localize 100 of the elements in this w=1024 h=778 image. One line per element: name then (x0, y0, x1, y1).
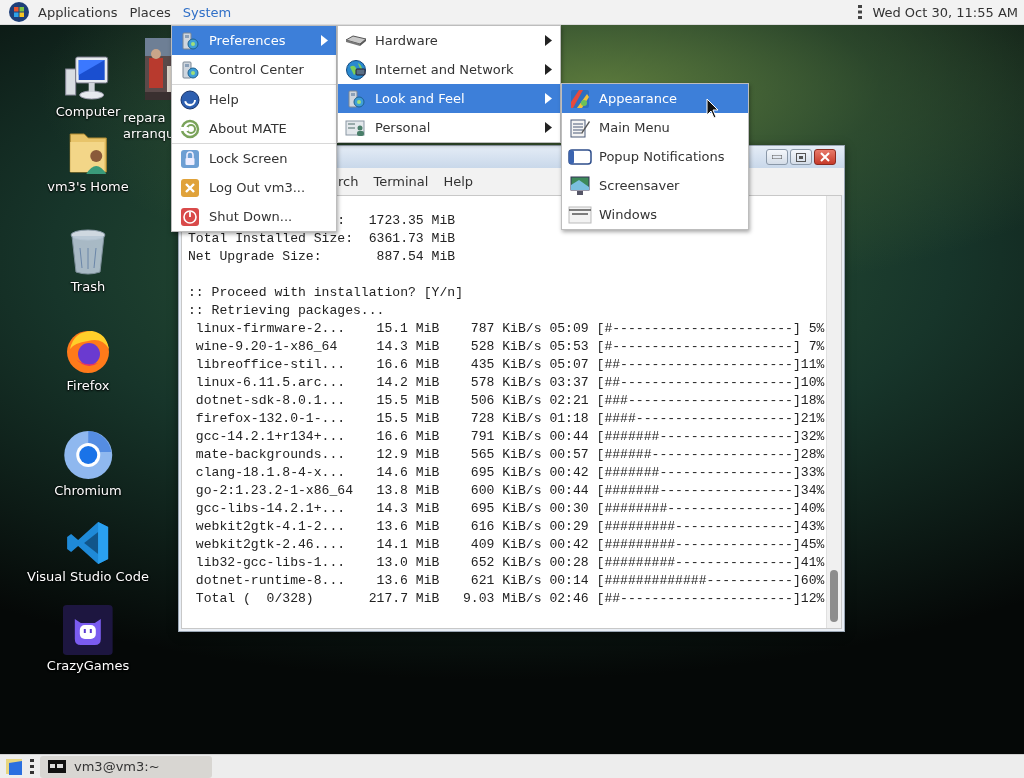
panel-menu[interactable]: Places (123, 0, 177, 24)
progress-text: [#######-----------------] (596, 482, 801, 500)
menu-item[interactable]: Windows (562, 200, 748, 229)
percent: 28% (800, 446, 826, 464)
menu-item[interactable]: Help (172, 85, 336, 114)
menu-item[interactable]: Internet and Network (338, 55, 560, 84)
menu-item[interactable]: Lock Screen (172, 144, 336, 173)
package-size: 15.5 MiB (375, 392, 440, 410)
maximize-button[interactable] (790, 149, 812, 165)
menu-item[interactable]: Main Menu (562, 113, 748, 142)
package-size: 15.1 MiB (375, 320, 440, 338)
percent: 43% (800, 518, 826, 536)
time-remaining: 03:37 (549, 374, 589, 392)
package-name: dotnet-runtime-8... (195, 572, 347, 590)
notepad-icon (569, 116, 591, 139)
time-remaining: 00:14 (549, 572, 589, 590)
menubar-item[interactable]: Terminal (369, 174, 440, 189)
panel-menu[interactable]: Applications (32, 0, 124, 24)
maximize-icon (796, 152, 806, 162)
percent: 34% (800, 482, 826, 500)
menubar-item[interactable]: Help (439, 174, 485, 189)
logout-icon (180, 177, 200, 198)
progress-text: [####--------------------] (596, 410, 801, 428)
close-button[interactable] (814, 149, 836, 165)
download-rate: 695 KiB/s (469, 464, 542, 482)
menu-item[interactable]: About MATE (172, 114, 336, 143)
trash-icon[interactable] (68, 228, 108, 276)
summary-value: 6361.73 MiB (368, 230, 456, 248)
icon-label: Visual Studio Code (27, 569, 149, 584)
progress-text: [#############-----------] (596, 572, 801, 590)
scrollbar[interactable] (826, 196, 841, 628)
arrow-icon (545, 93, 552, 104)
code-editor-icon[interactable] (66, 520, 110, 566)
cursor-icon (706, 98, 719, 119)
package-size: 14.2 MiB (375, 374, 440, 392)
clock[interactable]: Wed Oct 30, 11:55 AM (866, 4, 1024, 20)
menu-item[interactable]: Popup Notifications (562, 142, 748, 171)
icon-label: Firefox (66, 378, 110, 393)
minimize-icon (772, 155, 782, 159)
download-rate: 578 KiB/s (469, 374, 542, 392)
package-name: Total ( 0/328) (195, 590, 315, 608)
package-size: 13.0 MiB (375, 554, 440, 572)
download-rate: 506 KiB/s (469, 392, 542, 410)
time-remaining: 02:46 (549, 590, 589, 608)
menubar-item[interactable]: rch (334, 174, 370, 189)
menu-item[interactable]: Preferences (172, 26, 336, 55)
package-size: 15.5 MiB (375, 410, 440, 428)
taskbar-button[interactable]: vm3@vm3:~ (40, 755, 212, 778)
menu-item[interactable]: Screensaver (562, 171, 748, 200)
progress-text: [##----------------------] (596, 590, 801, 608)
percent: 11% (800, 356, 826, 374)
window-icon (568, 204, 592, 225)
download-rate: 409 KiB/s (469, 536, 542, 554)
time-remaining: 00:42 (549, 536, 589, 554)
palette-icon (569, 87, 591, 110)
menu-item[interactable]: Personal (338, 113, 560, 142)
game-logo-icon[interactable] (63, 605, 113, 655)
package-name: gcc-libs-14.2.1+... (195, 500, 347, 518)
download-rate: 9.03 MiB/s (461, 590, 542, 608)
person-card-icon (345, 117, 367, 138)
download-rate: 787 KiB/s (469, 320, 542, 338)
browser-logo-icon[interactable] (63, 430, 113, 480)
menu-item[interactable]: Control Center (172, 55, 336, 84)
icon-label: CrazyGames (46, 658, 130, 673)
panel-menu[interactable]: System (176, 0, 238, 24)
package-name: linux-firmware-2... (195, 320, 347, 338)
arrow-icon (545, 122, 552, 133)
package-size: 13.8 MiB (375, 482, 440, 500)
arrow-icon (545, 35, 552, 46)
terminal-icon (48, 760, 66, 773)
percent: 45% (800, 536, 826, 554)
progress-text: [#######-----------------] (596, 428, 801, 446)
time-remaining: 00:44 (549, 482, 589, 500)
package-size: 14.3 MiB (375, 338, 440, 356)
download-rate: 728 KiB/s (469, 410, 542, 428)
arrow-icon (545, 64, 552, 75)
menu-item[interactable]: Hardware (338, 26, 560, 55)
package-name: webkit2gtk-2.46.... (195, 536, 347, 554)
menu-item[interactable]: Log Out vm3... (172, 173, 336, 202)
download-rate: 600 KiB/s (469, 482, 542, 500)
time-remaining: 05:07 (549, 356, 589, 374)
menu-item[interactable]: Appearance (562, 84, 748, 113)
time-remaining: 01:18 (549, 410, 589, 428)
download-rate: 616 KiB/s (469, 518, 542, 536)
icon-label: Chromium (54, 483, 122, 498)
percent: 32% (800, 428, 826, 446)
orb-logo-icon[interactable] (8, 1, 30, 23)
time-remaining: 00:44 (549, 428, 589, 446)
menu-item[interactable]: Look and Feel (338, 84, 560, 113)
package-name: clang-18.1.8-4-x... (195, 464, 347, 482)
package-name: gcc-14.2.1+r134+... (195, 428, 347, 446)
show-desktop-icon[interactable] (4, 756, 24, 777)
speech-bubble-icon (568, 147, 592, 166)
summary-label: : (337, 212, 346, 230)
package-size: 16.6 MiB (375, 428, 440, 446)
package-size: 14.3 MiB (375, 500, 440, 518)
progress-text: [######------------------] (596, 446, 801, 464)
summary-label: Net Upgrade Size: (188, 248, 323, 266)
progress-text: [##----------------------] (596, 374, 801, 392)
menu-item[interactable]: Shut Down... (172, 202, 336, 231)
